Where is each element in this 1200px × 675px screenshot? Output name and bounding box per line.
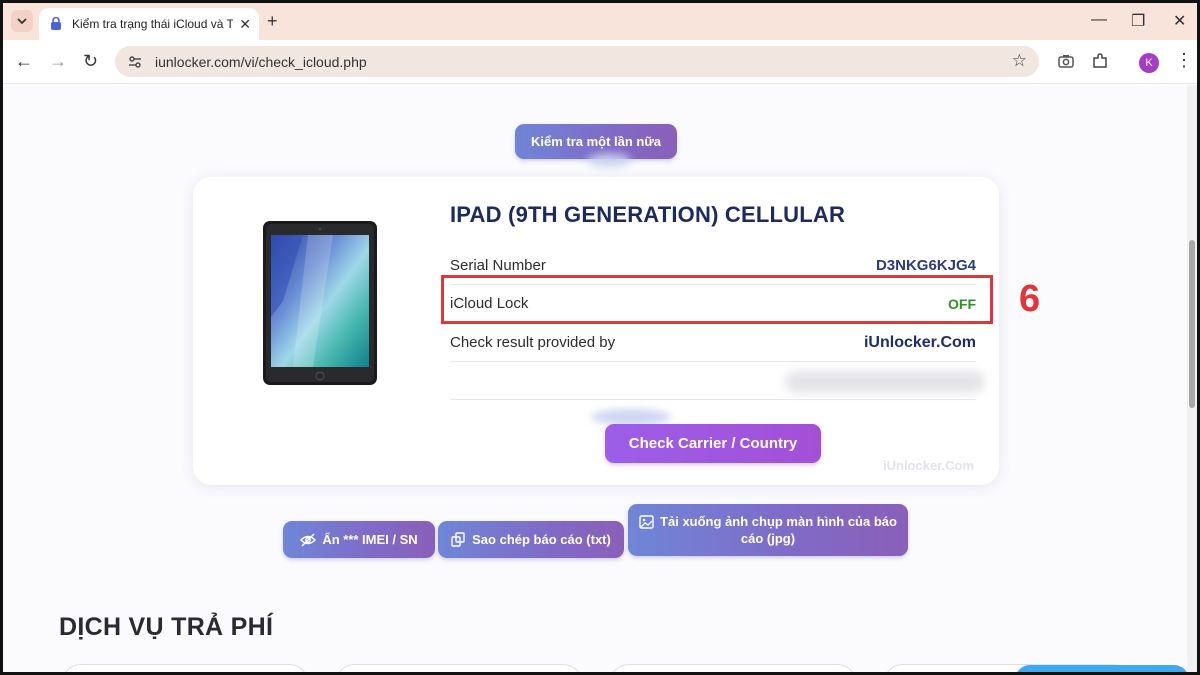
address-bar[interactable]: iunlocker.com/vi/check_icloud.php ☆ [115,46,1039,77]
service-card[interactable] [61,664,309,672]
bookmark-star-icon[interactable]: ☆ [1012,51,1027,71]
service-card[interactable] [609,664,857,672]
url-text: iunlocker.com/vi/check_icloud.php [155,53,367,70]
tab-active[interactable]: Kiểm tra trạng thái iCloud và Tr ✕ [39,8,259,40]
eye-slash-icon [300,533,317,546]
close-window-button[interactable]: ✕ [1173,11,1186,31]
tab-title: Kiểm tra trạng thái iCloud và Tr [72,17,234,31]
close-tab-icon[interactable]: ✕ [239,16,251,33]
copy-report-label: Sao chép báo cáo (txt) [472,532,611,547]
chat-widget-button[interactable] [1015,665,1189,672]
page-scrollbar[interactable] [1187,85,1197,672]
site-info-icon[interactable] [127,54,143,70]
step-number: 6 [1019,278,1041,320]
site-favicon-icon [51,17,61,30]
profile-avatar[interactable]: K [1139,53,1159,73]
ipad-device-image [263,221,377,385]
watermark-text: iUnlocker.Com [883,458,975,473]
scrollbar-thumb[interactable] [1189,240,1195,408]
camera-icon[interactable] [1057,52,1075,70]
image-icon [639,514,654,529]
check-carrier-button[interactable]: Check Carrier / Country [605,424,821,463]
chevron-down-icon [17,17,27,24]
hide-imei-button[interactable]: Ẩn *** IMEI / SN [283,521,435,558]
provider-value: iUnlocker.Com [863,333,976,351]
forward-button[interactable]: → [49,52,67,70]
tab-strip: Kiểm tra trạng thái iCloud và Tr ✕ + — ❐… [3,3,1197,40]
download-label-line: Tải xuống ảnh chụp màn hình của báo [639,514,897,529]
copy-icon [451,532,465,547]
extensions-icon[interactable] [1091,52,1109,70]
minimize-button[interactable]: — [1091,11,1107,29]
tab-search-button[interactable] [11,10,33,32]
page-viewport: Kiểm tra một lần nữa IPAD (9TH GENERATIO… [3,85,1197,672]
provider-row: Check result provided by iUnlocker.Com [450,324,976,362]
serial-number-label: Serial Number [450,257,546,274]
new-tab-button[interactable]: + [267,11,278,32]
provider-label: Check result provided by [450,334,616,351]
maximize-button[interactable]: ❐ [1131,11,1145,31]
back-button[interactable]: ← [15,52,33,70]
copy-report-button[interactable]: Sao chép báo cáo (txt) [438,521,624,558]
product-title: IPAD (9TH GENERATION) CELLULAR [450,202,846,227]
browser-window: Kiểm tra trạng thái iCloud và Tr ✕ + — ❐… [0,0,1200,675]
download-label-line2: cáo (jpg) [740,531,796,546]
paid-services-title: DỊCH VỤ TRẢ PHÍ [59,613,274,641]
reload-button[interactable]: ↻ [83,52,98,70]
browser-menu-icon[interactable]: ⋮ [1175,50,1193,71]
service-card[interactable] [335,664,583,672]
hide-imei-label: Ẩn *** IMEI / SN [322,532,418,547]
download-label-line1: Tải xuống ảnh chụp màn hình của báo [660,514,897,529]
blurred-decoration [591,409,671,425]
browser-toolbar: ← → ↻ iunlocker.com/vi/check_icloud.php … [3,40,1197,84]
result-card: IPAD (9TH GENERATION) CELLULAR Serial Nu… [193,177,999,485]
serial-number-value: D3NKG6KJG4 [875,257,976,274]
blurred-decoration [587,153,631,167]
highlight-box [441,275,993,324]
blurred-content [785,371,985,393]
download-screenshot-button[interactable]: Tải xuống ảnh chụp màn hình của báo cáo … [628,504,908,556]
